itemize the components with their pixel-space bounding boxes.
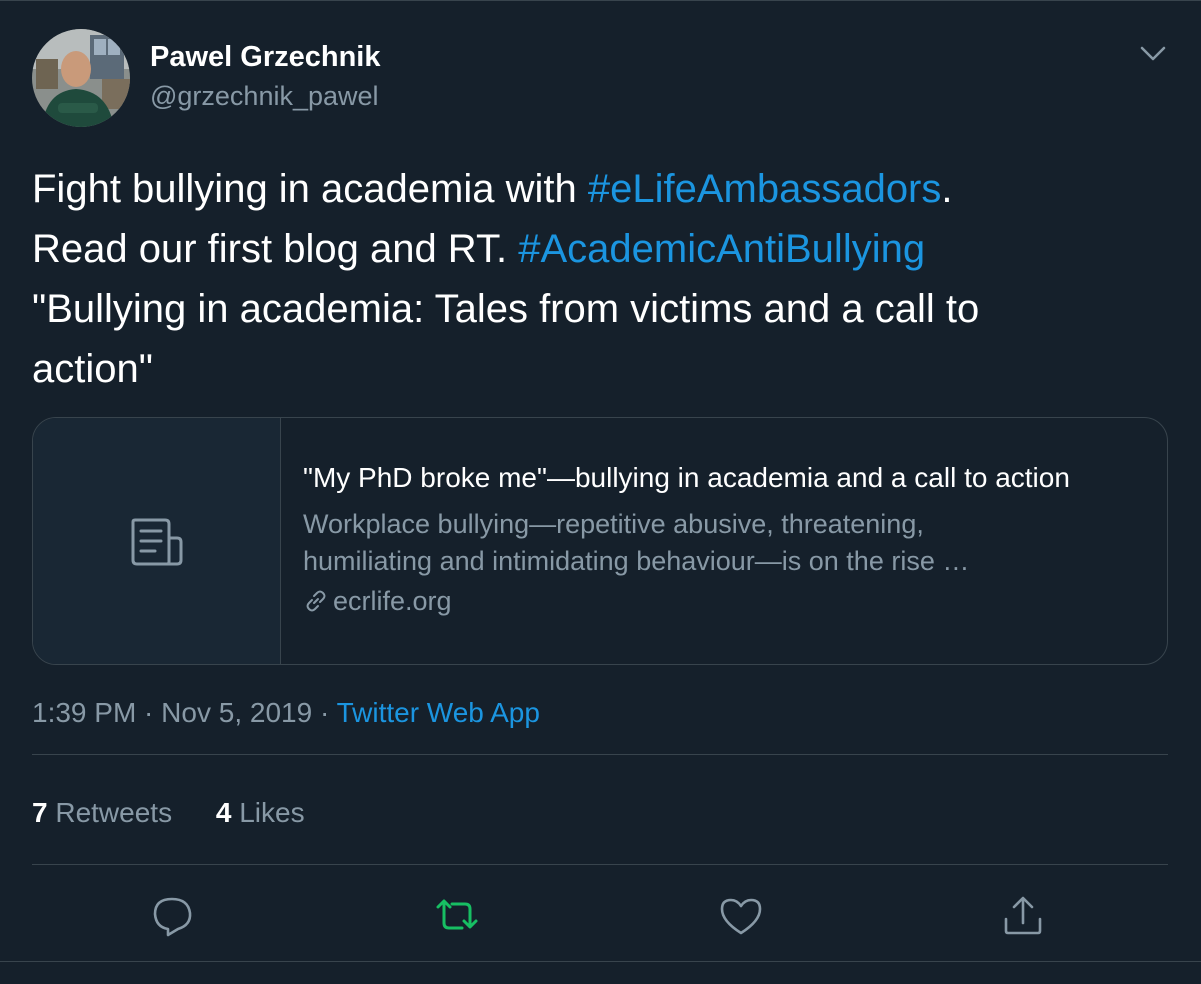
card-title[interactable]: "My PhD broke me"—bullying in academia a…	[303, 462, 1070, 494]
author-name[interactable]: Pawel Grzechnik	[150, 41, 381, 74]
reply-button[interactable]	[148, 891, 198, 941]
card-domain[interactable]: ecrlife.org	[303, 586, 452, 617]
link-icon	[306, 590, 326, 612]
tweet-source-link[interactable]: Twitter Web App	[337, 697, 540, 728]
bottom-border	[0, 961, 1201, 962]
reply-icon	[153, 897, 192, 937]
retweet-icon	[436, 899, 478, 930]
retweet-button[interactable]	[432, 891, 482, 941]
card-description: Workplace bullying—repetitive abusive, t…	[303, 506, 1143, 580]
tweet-stats: 7 Retweets 4 Likes	[32, 797, 341, 829]
hashtag-elifeambassadors[interactable]: #eLifeAmbassadors	[588, 167, 942, 211]
share-icon	[1004, 896, 1042, 935]
card-description-line: Workplace bullying—repetitive abusive, t…	[303, 509, 924, 539]
like-icon	[720, 898, 762, 935]
tweet-line-3: "Bullying in academia: Tales from victim…	[32, 287, 980, 331]
meta-separator: ·	[312, 697, 337, 728]
hashtag-academicantibullying[interactable]: #AcademicAntiBullying	[518, 227, 925, 271]
likes-stat[interactable]: 4 Likes	[216, 797, 305, 828]
card-description-line: humiliating and intimidating behaviour—i…	[303, 546, 970, 576]
like-button[interactable]	[716, 891, 766, 941]
divider	[32, 754, 1168, 755]
retweets-label: Retweets	[55, 797, 173, 828]
document-icon	[131, 518, 183, 566]
chevron-down-icon[interactable]	[1136, 39, 1170, 69]
card-thumbnail	[33, 418, 281, 664]
tweet-date[interactable]: Nov 5, 2019	[161, 697, 312, 728]
share-button[interactable]	[998, 891, 1048, 941]
tweet-text-segment: Read our first blog and RT.	[32, 227, 519, 271]
retweets-count: 7	[32, 797, 48, 828]
divider	[32, 864, 1168, 865]
tweet-time[interactable]: 1:39 PM	[32, 697, 136, 728]
card-domain-text: ecrlife.org	[333, 586, 452, 616]
tweet-text-segment: Fight bullying in academia with	[32, 167, 588, 211]
meta-separator: ·	[136, 697, 162, 728]
tweet-line-1: Fight bullying in academia with #eLifeAm…	[32, 159, 1152, 219]
tweet-meta: 1:39 PM · Nov 5, 2019 · Twitter Web App	[32, 697, 540, 729]
tweet-text-segment: .	[941, 167, 953, 211]
tweet-line-2: Read our first blog and RT. #AcademicAnt…	[32, 219, 1152, 279]
tweet-line-4: action"	[32, 347, 153, 391]
tweet-text: Fight bullying in academia with #eLifeAm…	[32, 159, 1152, 399]
avatar[interactable]	[32, 29, 130, 127]
link-card[interactable]: "My PhD broke me"—bullying in academia a…	[32, 417, 1168, 665]
likes-label: Likes	[239, 797, 305, 828]
tweet-detail: Pawel Grzechnik @grzechnik_pawel Fight b…	[0, 0, 1201, 984]
likes-count: 4	[215, 797, 232, 828]
retweets-stat[interactable]: 7 Retweets	[32, 797, 172, 828]
author-handle[interactable]: @grzechnik_pawel	[150, 81, 379, 112]
